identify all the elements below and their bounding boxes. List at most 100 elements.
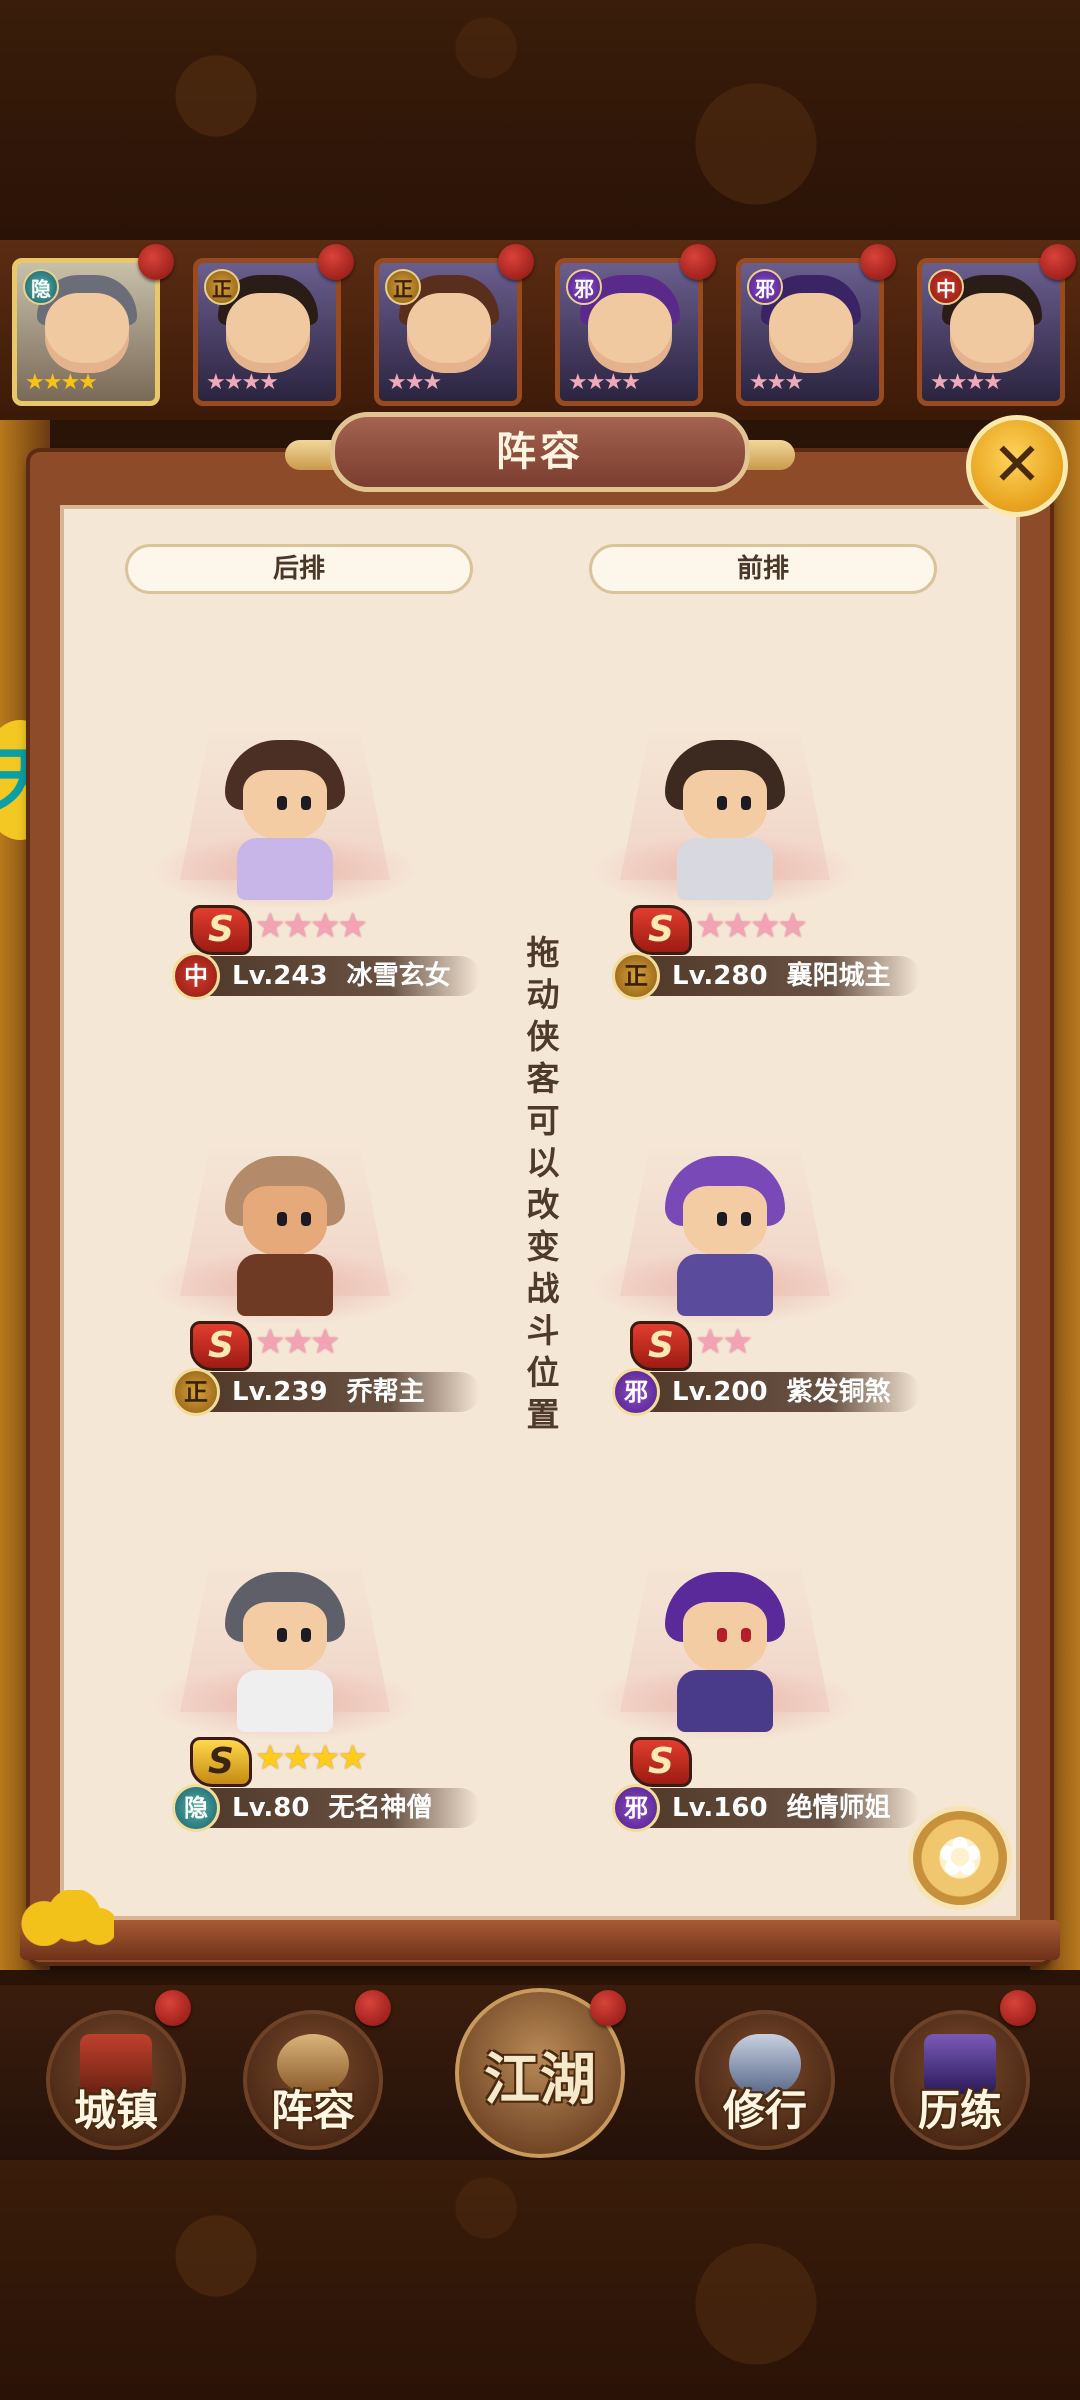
star-rating: ★★★★ [255, 1738, 368, 1778]
hero-strip: 隐 ★★★★ 正 ★★★★ 正 ★★★ 邪 ★★★★ 邪 ★★★ 中 ★★★★ [0, 240, 1080, 420]
notification-dot [138, 244, 174, 280]
drag-hint-text: 拖动侠客可以改变战斗位置 [521, 935, 560, 1439]
strip-hero-card[interactable]: 中 ★★★★ [917, 258, 1065, 406]
top-background [0, 0, 1080, 240]
hero-slot-back-2[interactable]: S ★★★ Lv.239 乔帮主 正 [120, 1136, 480, 1426]
alignment-badge: 邪 [747, 269, 783, 305]
star-rating: ★★ [695, 1322, 753, 1362]
hero-body [237, 838, 333, 900]
star-rating: ★★★ [387, 370, 442, 395]
hero-figure [665, 740, 785, 900]
star-rating: ★★★★ [25, 370, 98, 395]
hero-name: 襄阳城主 [786, 961, 891, 991]
star-rating: ★★★★ [695, 906, 808, 946]
alignment-badge: 中 [928, 269, 964, 305]
hero-eye [277, 1628, 287, 1642]
notification-dot [355, 1990, 391, 2026]
notification-dot [860, 244, 896, 280]
alignment-badge: 邪 [612, 1784, 660, 1832]
hero-name: 绝情师姐 [786, 1793, 891, 1823]
alignment-badge: 邪 [612, 1368, 660, 1416]
hero-portrait-face [950, 293, 1034, 373]
hero-eye [741, 796, 751, 810]
strip-hero-card[interactable]: 正 ★★★★ [193, 258, 341, 406]
hero-body [237, 1254, 333, 1316]
strip-hero-card[interactable]: 隐 ★★★★ [12, 258, 160, 406]
strip-hero-card[interactable]: 正 ★★★ [374, 258, 522, 406]
nav-cultivate-label: 修行 [722, 2086, 807, 2135]
alignment-badge: 邪 [566, 269, 602, 305]
flower-button[interactable]: ✿ [908, 1806, 1012, 1910]
hero-portrait-face [588, 293, 672, 373]
nav-lineup[interactable]: 阵容 [243, 2010, 383, 2150]
alignment-badge: 正 [172, 1368, 220, 1416]
star-rating: ★★★★ [206, 370, 279, 395]
rank-badge: S [190, 1321, 252, 1371]
hero-name-bar: Lv.80 无名神僧 [180, 1788, 480, 1828]
alignment-badge: 正 [612, 952, 660, 1000]
close-icon: ✕ [991, 430, 1043, 500]
hero-slot-back-1[interactable]: S ★★★★ Lv.243 冰雪玄女 中 [120, 720, 480, 1010]
hero-level: Lv.243 [232, 961, 328, 991]
hero-body [677, 1254, 773, 1316]
notification-dot [680, 244, 716, 280]
panel-title: 阵容 [330, 412, 750, 492]
rank-badge: S [190, 905, 252, 955]
nav-training[interactable]: 历练 [890, 2010, 1030, 2150]
hero-name: 无名神僧 [328, 1793, 433, 1823]
hero-body [677, 838, 773, 900]
alignment-badge: 中 [172, 952, 220, 1000]
hero-name-bar: Lv.239 乔帮主 [180, 1372, 480, 1412]
hero-name-bar: Lv.243 冰雪玄女 [180, 956, 480, 996]
hero-eye [717, 1212, 727, 1226]
nav-jianghu-label: 江湖 [484, 2048, 596, 2113]
hero-eye [301, 1628, 311, 1642]
strip-hero-card[interactable]: 邪 ★★★★ [555, 258, 703, 406]
hero-level: Lv.200 [672, 1377, 768, 1407]
star-rating: ★★★★ [930, 370, 1003, 395]
hero-slot-back-3[interactable]: S ★★★★ Lv.80 无名神僧 隐 [120, 1552, 480, 1842]
rank-badge: S [190, 1737, 252, 1787]
cloud-decoration [14, 1890, 114, 1946]
bottom-background [0, 2160, 1080, 2400]
hero-level: Lv.239 [232, 1377, 328, 1407]
hero-portrait-face [226, 293, 310, 373]
rank-badge: S [630, 1321, 692, 1371]
hero-eye [277, 796, 287, 810]
hero-level: Lv.280 [672, 961, 768, 991]
notification-dot [155, 1990, 191, 2026]
rank-badge: S [630, 1737, 692, 1787]
hero-eye [277, 1212, 287, 1226]
nav-cultivate[interactable]: 修行 [695, 2010, 835, 2150]
hero-eye [741, 1212, 751, 1226]
hero-name: 冰雪玄女 [346, 961, 451, 991]
star-rating: ★★★★ [255, 906, 368, 946]
star-rating: ★★★ [749, 370, 804, 395]
hero-level: Lv.80 [232, 1793, 310, 1823]
nav-town[interactable]: 城镇 [46, 2010, 186, 2150]
hero-portrait-face [407, 293, 491, 373]
hero-figure [225, 740, 345, 900]
alignment-badge: 正 [204, 269, 240, 305]
notification-dot [318, 244, 354, 280]
alignment-badge: 正 [385, 269, 421, 305]
notification-dot [1000, 1990, 1036, 2026]
star-rating: ★★★★ [568, 370, 641, 395]
alignment-badge: 隐 [172, 1784, 220, 1832]
hero-name: 紫发铜煞 [786, 1377, 891, 1407]
hero-slot-front-2[interactable]: S ★★ Lv.200 紫发铜煞 邪 [560, 1136, 920, 1426]
hero-portrait-face [769, 293, 853, 373]
hero-figure [665, 1572, 785, 1732]
hero-eye [301, 1212, 311, 1226]
nav-town-label: 城镇 [73, 2086, 158, 2135]
hero-body [677, 1670, 773, 1732]
close-button[interactable]: ✕ [966, 415, 1068, 517]
strip-hero-card[interactable]: 邪 ★★★ [736, 258, 884, 406]
hero-name: 乔帮主 [346, 1377, 425, 1407]
hero-slot-front-1[interactable]: S ★★★★ Lv.280 襄阳城主 正 [560, 720, 920, 1010]
hero-slot-front-3[interactable]: S Lv.160 绝情师姐 邪 [560, 1552, 920, 1842]
notification-dot [1040, 244, 1076, 280]
hero-name-bar: Lv.280 襄阳城主 [620, 956, 920, 996]
notification-dot [590, 1990, 626, 2026]
hero-level: Lv.160 [672, 1793, 768, 1823]
